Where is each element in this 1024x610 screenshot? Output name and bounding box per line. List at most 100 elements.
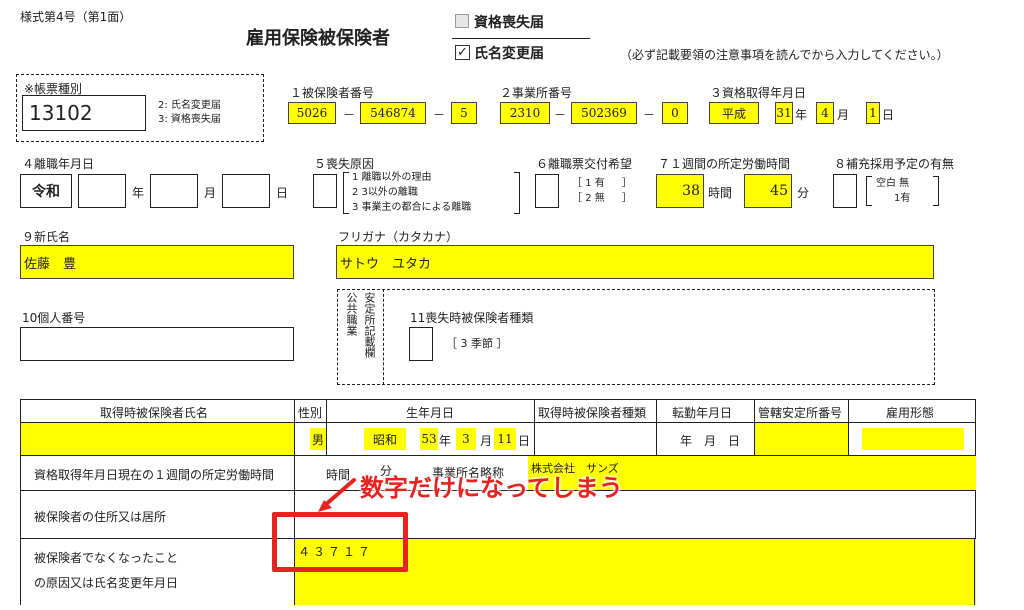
birth-year-cell[interactable]: 53 bbox=[420, 428, 438, 450]
hours-unit: 時間 bbox=[708, 186, 733, 200]
personal-number-label: 10個人番号 bbox=[22, 311, 86, 325]
office-number-label: ２事業所番号 bbox=[500, 86, 573, 100]
instruction-text: （必ず記載要領の注意事項を読んでから入力してください。） bbox=[620, 48, 949, 62]
separator: － bbox=[433, 108, 446, 122]
furigana-input[interactable]: サトウ ユタカ bbox=[336, 245, 934, 279]
replacement-input[interactable] bbox=[833, 174, 857, 208]
form-type-legend-2: 2: 氏名変更届 bbox=[158, 100, 221, 111]
separation-era[interactable]: 令和 bbox=[20, 174, 72, 208]
loss-cause-input[interactable] bbox=[313, 174, 337, 208]
th-insured-type: 取得時被保険者種類 bbox=[538, 406, 647, 420]
annotation-text: 数字だけになってしまう bbox=[360, 474, 623, 502]
loss-cause-label: ５喪失原因 bbox=[314, 157, 375, 171]
office-use-label-col2: 安定所記載欄 bbox=[363, 292, 376, 358]
office-number-part2[interactable]: 502369 bbox=[571, 102, 637, 124]
insured-type-label: 11喪失時被保険者種類 bbox=[410, 311, 534, 325]
month-unit: 月 bbox=[837, 108, 850, 122]
day-unit: 日 bbox=[518, 434, 531, 448]
separator: － bbox=[343, 108, 356, 122]
separation-slip-opt2: 2 無 bbox=[585, 193, 605, 204]
separation-date-label: ４離職年月日 bbox=[22, 157, 95, 171]
reason-label-2: の原因又は氏名変更年月日 bbox=[34, 576, 179, 590]
acquisition-year[interactable]: 31 bbox=[775, 102, 793, 124]
replacement-opt1: 空白 無 bbox=[876, 178, 910, 189]
birth-era-cell[interactable]: 昭和 bbox=[364, 428, 406, 450]
form-type-input[interactable]: 13102 bbox=[22, 95, 146, 131]
th-employment-type: 雇用形態 bbox=[886, 406, 935, 420]
separation-slip-opt1: 1 有 bbox=[585, 178, 605, 189]
bracket-right bbox=[514, 172, 520, 214]
transfer-date-cell: 年 月 日 bbox=[680, 434, 741, 448]
reason-label-1: 被保険者でなくなったこと bbox=[34, 551, 179, 565]
insured-type-note: ［ 3 季節 ］ bbox=[446, 337, 508, 350]
new-name-input[interactable]: 佐藤 豊 bbox=[20, 245, 294, 279]
gender-cell[interactable]: 男 bbox=[310, 428, 326, 450]
year-unit: 年 bbox=[795, 108, 808, 122]
form-number: 様式第4号（第1面） bbox=[20, 10, 132, 24]
weekly-hours-input[interactable]: 38 bbox=[656, 174, 704, 208]
year-unit: 年 bbox=[132, 186, 145, 200]
office-number-cell[interactable] bbox=[755, 423, 848, 455]
bracket-close: ］ bbox=[622, 193, 632, 204]
furigana-label: フリガナ（カタカナ） bbox=[338, 230, 459, 244]
acquisition-day[interactable]: 1 bbox=[866, 102, 880, 124]
minutes-unit: 分 bbox=[797, 186, 810, 200]
loss-option-label: 資格喪失届 bbox=[474, 15, 544, 31]
personal-number-input[interactable] bbox=[20, 327, 294, 361]
insured-type-input[interactable] bbox=[409, 327, 433, 361]
separation-slip-opts-2: ［ 2 無 bbox=[572, 193, 605, 204]
loss-cause-opt3: 3 事業主の都合による離職 bbox=[352, 202, 472, 213]
weekly-row-label: 資格取得年月日現在の１週間の所定労働時間 bbox=[34, 468, 275, 482]
acquired-name-cell[interactable] bbox=[21, 423, 294, 455]
loss-cause-opt1: 1 離職以外の理由 bbox=[352, 172, 432, 183]
annotation-arrow-icon bbox=[318, 478, 356, 512]
weekly-minutes-input[interactable]: 45 bbox=[744, 174, 792, 208]
separation-slip-label: ６離職票交付希望 bbox=[536, 157, 633, 171]
acquisition-month[interactable]: 4 bbox=[816, 102, 834, 124]
name-change-checkbox[interactable]: ✓ bbox=[455, 45, 470, 60]
office-number-part1[interactable]: 2310 bbox=[500, 102, 550, 124]
separation-slip-input[interactable] bbox=[535, 174, 559, 208]
month-unit: 月 bbox=[480, 434, 493, 448]
separation-year-input[interactable] bbox=[78, 174, 126, 208]
year-unit: 年 bbox=[439, 434, 452, 448]
form-type-legend-3: 3: 資格喪失届 bbox=[158, 114, 221, 125]
th-name: 取得時被保険者氏名 bbox=[100, 406, 209, 420]
birth-day-cell[interactable]: 11 bbox=[494, 428, 516, 450]
day-unit: 日 bbox=[276, 186, 289, 200]
address-label: 被保険者の住所又は居所 bbox=[34, 510, 167, 524]
separator: － bbox=[554, 108, 567, 122]
separator: － bbox=[643, 108, 656, 122]
replacement-opt2: 1有 bbox=[894, 193, 911, 204]
loss-checkbox[interactable] bbox=[455, 14, 469, 28]
bracket-left bbox=[866, 176, 872, 206]
th-birthdate: 生年月日 bbox=[406, 406, 455, 420]
separation-day-input[interactable] bbox=[222, 174, 270, 208]
office-use-label-col1: 公共職業 bbox=[345, 292, 358, 336]
acquisition-era[interactable]: 平成 bbox=[709, 102, 759, 124]
th-office-number: 管轄安定所番号 bbox=[758, 406, 843, 420]
name-change-option-label: 氏名変更届 bbox=[474, 46, 544, 62]
employment-type-cell[interactable] bbox=[862, 428, 964, 450]
insured-number-label: １被保険者番号 bbox=[290, 86, 375, 100]
loss-cause-opt2: 2 3以外の離職 bbox=[352, 187, 418, 198]
acquisition-date-label: ３資格取得年月日 bbox=[710, 86, 807, 100]
th-gender: 性別 bbox=[298, 406, 323, 420]
office-number-part3[interactable]: 0 bbox=[662, 102, 688, 124]
form-title: 雇用保険被保険者 bbox=[246, 28, 390, 49]
highlight-box bbox=[272, 512, 408, 572]
insured-number-part1[interactable]: 5026 bbox=[288, 102, 336, 124]
insured-number-part3[interactable]: 5 bbox=[451, 102, 477, 124]
th-transfer-date: 転勤年月日 bbox=[672, 406, 733, 420]
replacement-label: ８補充採用予定の有無 bbox=[834, 157, 955, 171]
separation-slip-opts: ［ 1 有 bbox=[572, 178, 605, 189]
birth-month-cell[interactable]: 3 bbox=[456, 428, 476, 450]
bracket-close: ］ bbox=[622, 178, 632, 189]
bracket-left bbox=[343, 172, 349, 214]
bracket-right bbox=[933, 176, 939, 206]
insured-number-part2[interactable]: 546874 bbox=[360, 102, 426, 124]
new-name-label: ９新氏名 bbox=[22, 230, 71, 244]
day-unit: 日 bbox=[882, 108, 895, 122]
weekly-hours-label: ７１週間の所定労働時間 bbox=[658, 157, 791, 171]
separation-month-input[interactable] bbox=[150, 174, 198, 208]
